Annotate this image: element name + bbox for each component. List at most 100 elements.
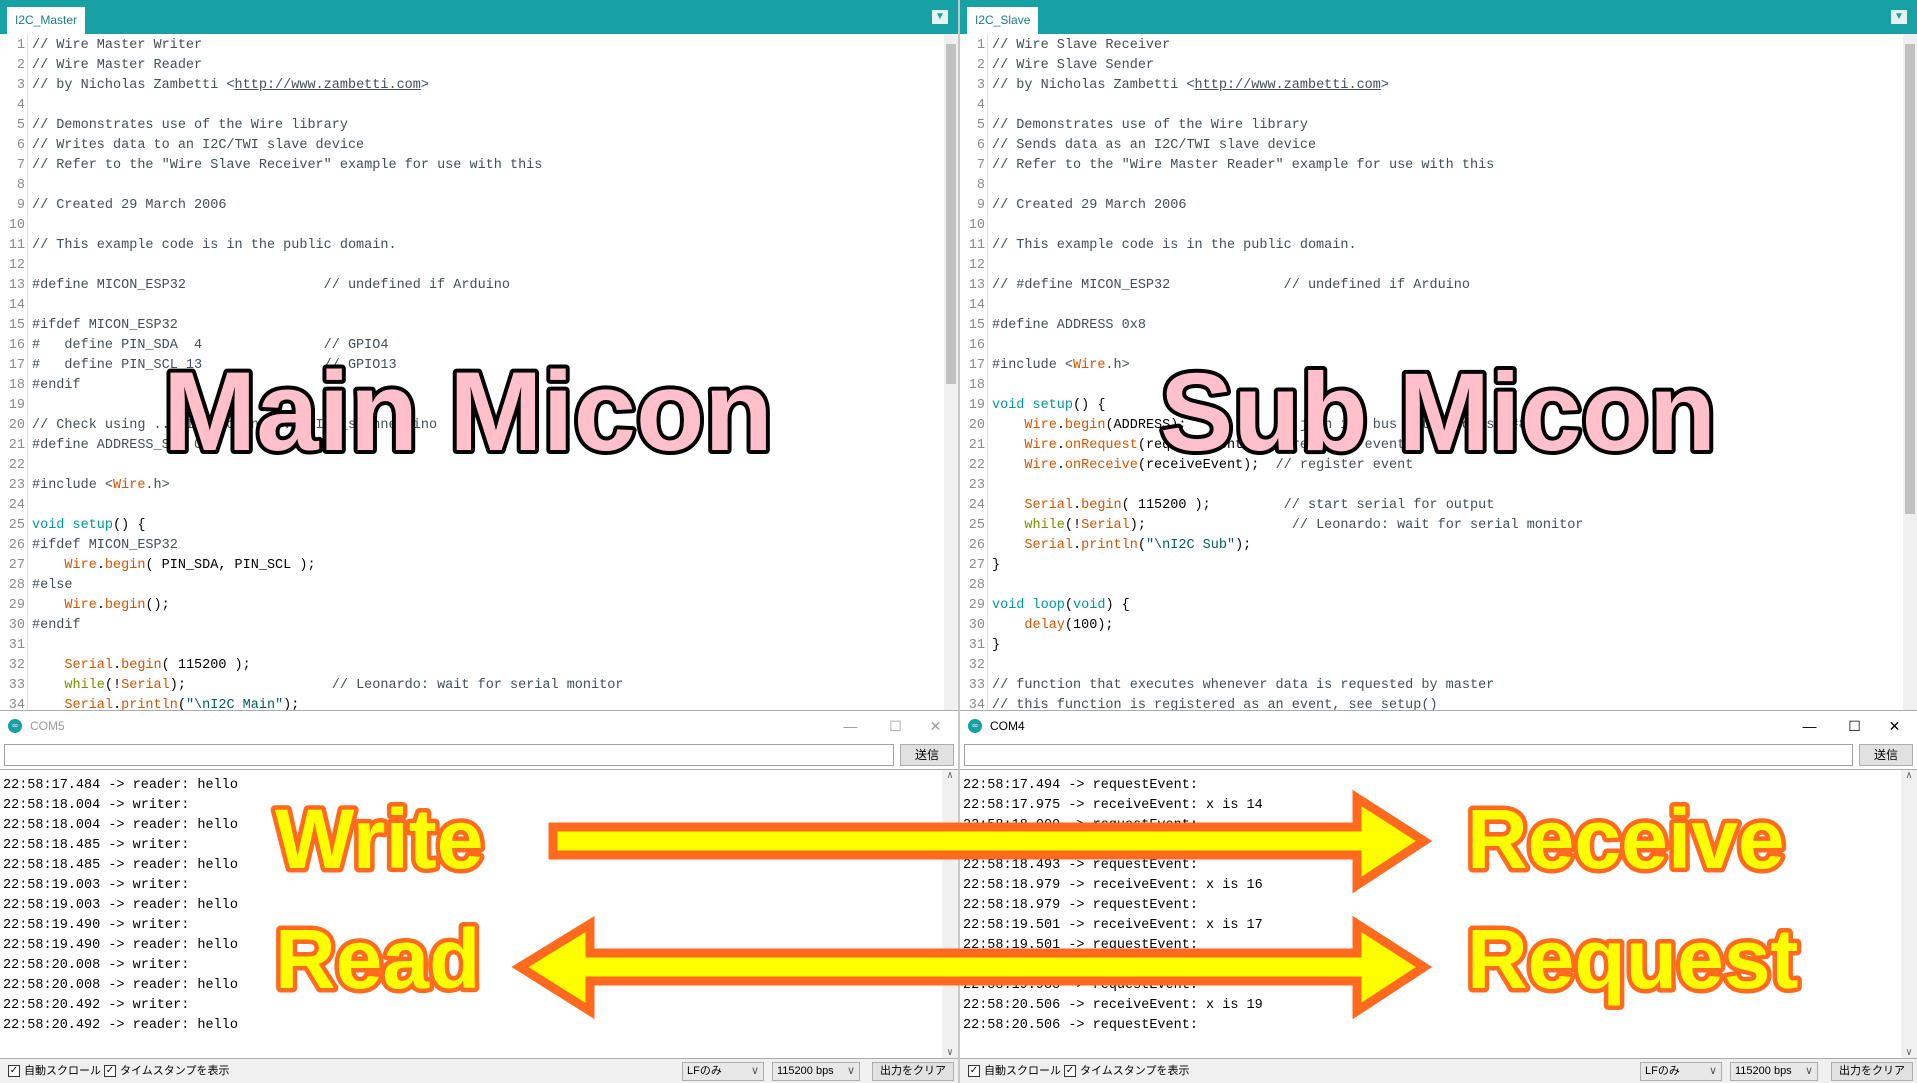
clear-output-button[interactable]: 出力をクリア xyxy=(1831,1062,1913,1081)
line-number: 17 xyxy=(8,358,25,373)
line-ending-select[interactable]: LFのみ ∨ xyxy=(1640,1062,1722,1081)
line-number: 30 xyxy=(8,618,25,633)
code-token: #define MICON_ESP32 xyxy=(32,278,324,293)
code-line: 3 // by Nicholas Zambetti <http://www.zam… xyxy=(960,76,1389,96)
code-token: # define PIN_SCL 13 xyxy=(32,358,324,373)
code-token: (); xyxy=(145,598,170,613)
serial-title: COM4 xyxy=(990,719,1025,733)
line-number: 5 xyxy=(16,118,25,133)
code-token: // Writes data to an I2C/TWI slave devic… xyxy=(32,138,365,153)
minimize-button[interactable]: — xyxy=(1787,711,1832,741)
line-number: 25 xyxy=(968,518,985,533)
baud-select[interactable]: 115200 bps ∨ xyxy=(1730,1062,1818,1081)
line-number: 9 xyxy=(16,198,25,213)
code-token: // This example code is in the public do… xyxy=(992,238,1357,253)
line-number: 13 xyxy=(968,278,985,293)
output-scrollbar[interactable]: ∧ ∨ xyxy=(1901,770,1917,1059)
tab-menu-dropdown-icon[interactable]: ▼ xyxy=(932,10,948,24)
line-number: 1 xyxy=(16,38,25,53)
code-token: // Wire Master Writer xyxy=(32,38,203,53)
line-number: 2 xyxy=(16,58,25,73)
serial-output-line: 22:58:19.003 -> writer: xyxy=(3,878,190,893)
serial-monitor-com4: ∞ COM4 — ☐ ✕ 送信 22:58:17.494 -> requestE… xyxy=(960,710,1917,1083)
line-number: 28 xyxy=(8,578,25,593)
maximize-button[interactable]: ☐ xyxy=(873,711,918,741)
code-editor[interactable]: 1 // Wire Slave Receiver 2 // Wire Slave Se… xyxy=(960,34,1917,710)
line-number: 25 xyxy=(8,518,25,533)
code-token: > xyxy=(420,78,429,93)
line-ending-select[interactable]: LFのみ ∨ xyxy=(682,1062,764,1081)
code-line: 26 Serial.println("\nI2C Sub"); xyxy=(960,536,1251,556)
serial-output-line: 22:58:20.506 -> requestEvent: xyxy=(963,1018,1198,1033)
code-token: . xyxy=(113,698,122,710)
line-ending-value: LFのみ xyxy=(1645,1065,1680,1077)
send-button[interactable]: 送信 xyxy=(900,744,954,766)
send-input[interactable] xyxy=(4,744,894,766)
code-token: (100); xyxy=(1064,618,1114,633)
line-number: 4 xyxy=(976,98,985,113)
output-scrollbar[interactable]: ∧ ∨ xyxy=(942,770,958,1059)
timestamp-checkbox[interactable]: ✓ xyxy=(104,1065,116,1077)
code-token: // Refer to the "Wire Master Reader" exa… xyxy=(992,158,1495,173)
code-token: #define ADDRESS_SUB 0x8 xyxy=(32,438,219,453)
code-token: (requestEvent); xyxy=(1137,438,1268,453)
serial-output-line: 22:58:19.985 -> requestEvent: xyxy=(963,978,1198,993)
code-token: begin xyxy=(104,598,146,613)
line-number: 17 xyxy=(968,358,985,373)
code-line: 6 // Sends data as an I2C/TWI slave devic… xyxy=(960,136,1316,156)
clear-output-button[interactable]: 出力をクリア xyxy=(872,1062,954,1081)
baud-value: 115200 bps xyxy=(1735,1065,1792,1077)
scrollbar-thumb[interactable] xyxy=(946,44,956,384)
baud-value: 115200 bps xyxy=(777,1065,834,1077)
tab-menu-dropdown-icon[interactable]: ▼ xyxy=(1891,10,1907,24)
tab-i2c-slave[interactable]: I2C_Slave xyxy=(967,7,1039,34)
serial-output-line: 22:58:19.501 -> receiveEvent: x is 17 xyxy=(963,918,1263,933)
code-editor[interactable]: 1 // Wire Master Writer 2 // Wire Master Re… xyxy=(0,34,958,710)
code-token: .h> xyxy=(145,478,170,493)
line-number: 7 xyxy=(976,158,985,173)
code-token: println xyxy=(121,698,178,710)
code-line: 30 delay(100); xyxy=(960,616,1114,636)
code-line: 1 // Wire Slave Receiver xyxy=(960,36,1170,56)
line-number: 32 xyxy=(8,658,25,673)
autoscroll-checkbox[interactable]: ✓ xyxy=(968,1065,980,1077)
code-line: 8 xyxy=(0,176,32,196)
line-number: 14 xyxy=(968,298,985,313)
code-line: 23 xyxy=(960,476,992,496)
code-token: Wire xyxy=(64,558,97,573)
code-token: // GPIO13 xyxy=(323,358,397,373)
line-number: 18 xyxy=(968,378,985,393)
serial-output-line: 22:58:20.506 -> receiveEvent: x is 19 xyxy=(963,998,1263,1013)
scrollbar-thumb[interactable] xyxy=(1905,44,1915,514)
code-token: // Created 29 March 2006 xyxy=(32,198,227,213)
code-token: // register event xyxy=(1267,438,1406,453)
serial-output-line: 22:58:18.485 -> writer: xyxy=(3,838,190,853)
code-line: 4 xyxy=(960,96,992,116)
send-button[interactable]: 送信 xyxy=(1859,744,1913,766)
code-token: Wire xyxy=(64,598,97,613)
editor-scrollbar[interactable] xyxy=(1903,34,1917,710)
serial-output-line: 22:58:17.494 -> requestEvent: xyxy=(963,778,1198,793)
line-number: 26 xyxy=(8,538,25,553)
code-token: onRequest xyxy=(1064,438,1138,453)
tab-i2c-master[interactable]: I2C_Master xyxy=(7,7,86,34)
line-number: 5 xyxy=(976,118,985,133)
close-button[interactable]: ✕ xyxy=(913,711,958,741)
editor-scrollbar[interactable] xyxy=(944,34,958,710)
autoscroll-checkbox[interactable]: ✓ xyxy=(8,1065,20,1077)
code-token: ( xyxy=(177,698,186,710)
close-button[interactable]: ✕ xyxy=(1872,711,1917,741)
minimize-button[interactable]: — xyxy=(828,711,873,741)
send-input[interactable] xyxy=(964,744,1853,766)
serial-output-line: 22:58:19.003 -> reader: hello xyxy=(3,898,238,913)
maximize-button[interactable]: ☐ xyxy=(1832,711,1877,741)
serial-output-line: 22:58:18.493 -> requestEvent: xyxy=(963,858,1198,873)
code-token: while xyxy=(64,678,105,693)
line-number: 15 xyxy=(8,318,25,333)
code-token: #include < xyxy=(32,478,114,493)
baud-select[interactable]: 115200 bps ∨ xyxy=(772,1062,860,1081)
code-line: 24 xyxy=(0,496,32,516)
timestamp-checkbox[interactable]: ✓ xyxy=(1064,1065,1076,1077)
